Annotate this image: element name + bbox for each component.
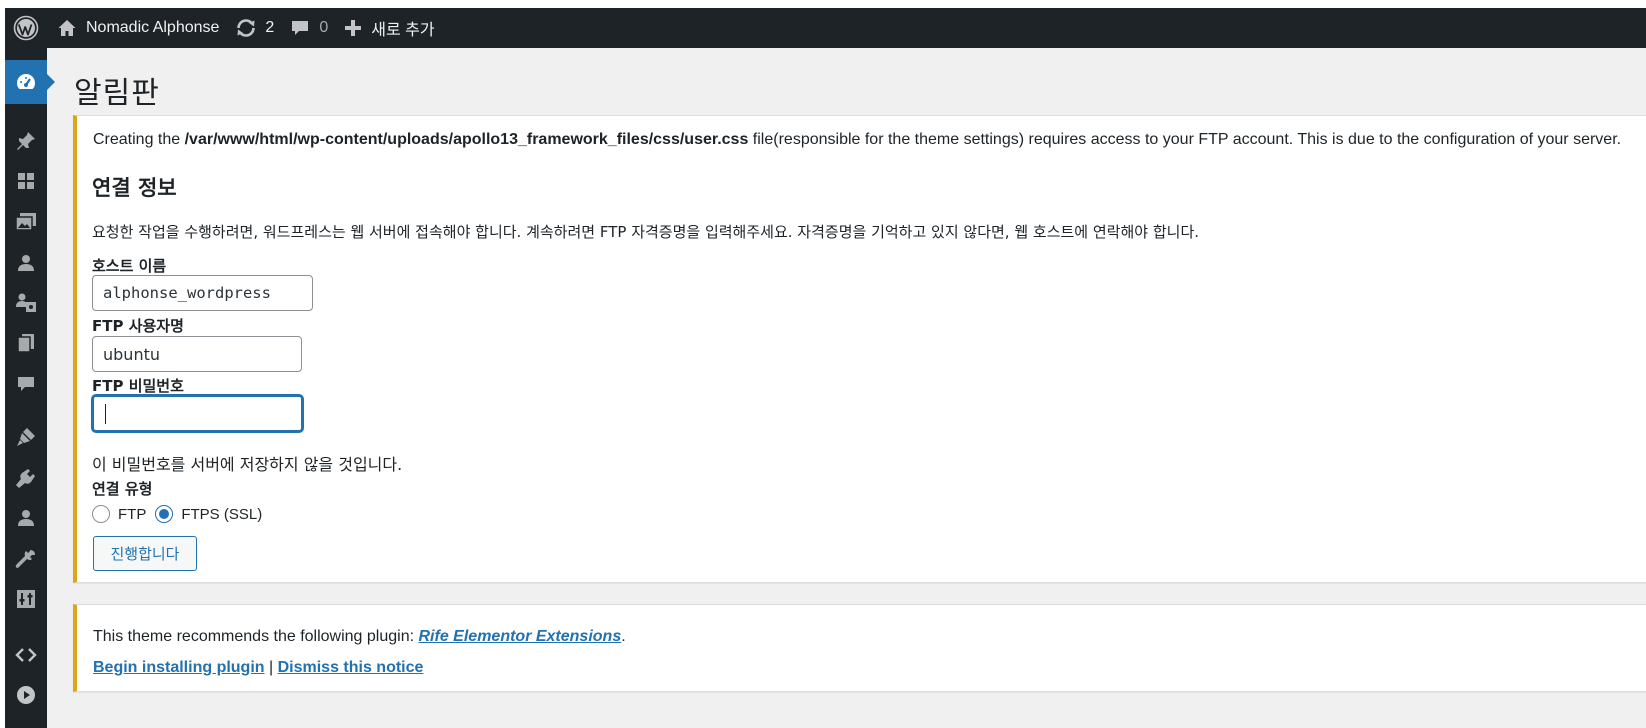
- updates-icon: [237, 19, 256, 37]
- appearance-icon: [17, 428, 35, 446]
- plugin-link[interactable]: Rife Elementor Extensions: [419, 628, 622, 645]
- wordpress-logo-icon[interactable]: [5, 8, 47, 48]
- pages-icon: [17, 334, 34, 353]
- home-icon: [58, 20, 76, 36]
- username-label: FTP 사용자명: [92, 317, 184, 335]
- actions-separator: |: [264, 659, 278, 676]
- code-icon: [15, 648, 37, 662]
- tools-icon: [15, 550, 35, 568]
- menu-person[interactable]: [5, 243, 47, 283]
- connection-type-label: 연결 유형: [92, 480, 153, 498]
- media-icon: [15, 213, 36, 231]
- plugin-recommend-text: This theme recommends the following plug…: [93, 628, 626, 646]
- menu-dashboard[interactable]: [5, 60, 55, 104]
- recommend-suffix: .: [621, 628, 626, 645]
- new-content-link[interactable]: 새로 추가: [336, 8, 442, 48]
- play-icon: [17, 686, 35, 704]
- username-input[interactable]: [92, 336, 302, 372]
- ftp-intro-text: Creating the /var/www/html/wp-content/up…: [93, 131, 1621, 149]
- menu-users[interactable]: [5, 498, 47, 538]
- main-content: 알림판 Creating the /var/www/html/wp-conten…: [47, 48, 1646, 728]
- password-hint: 이 비밀번호를 서버에 저장하지 않을 것입니다.: [92, 455, 403, 474]
- ftps-radio-label[interactable]: FTPS (SSL): [181, 506, 262, 523]
- updates-count: 2: [265, 19, 275, 36]
- menu-posts[interactable]: [5, 121, 47, 161]
- connection-info-heading: 연결 정보: [92, 176, 177, 200]
- menu-settings[interactable]: [5, 579, 47, 619]
- begin-install-link[interactable]: Begin installing plugin: [93, 659, 265, 676]
- pin-icon: [17, 132, 35, 150]
- host-label: 호스트 이름: [92, 257, 167, 275]
- ftp-credentials-notice: Creating the /var/www/html/wp-content/up…: [73, 115, 1646, 583]
- users-media-icon: [16, 293, 36, 312]
- plugins-icon: [16, 469, 35, 488]
- menu-play[interactable]: [5, 675, 47, 715]
- admin-frame: Nomadic Alphonse 2 0 새로 추가 알림판 Creating …: [5, 8, 1646, 728]
- menu-comments[interactable]: [5, 364, 47, 404]
- blocks-icon: [18, 173, 34, 189]
- plugin-actions: Begin installing plugin | Dismiss this n…: [93, 659, 423, 677]
- menu-plugins[interactable]: [5, 458, 47, 498]
- users-icon: [18, 510, 34, 526]
- intro-path: /var/www/html/wp-content/uploads/apollo1…: [184, 131, 749, 148]
- dashboard-icon: [17, 74, 35, 89]
- menu-pages[interactable]: [5, 323, 47, 363]
- menu-tools[interactable]: [5, 539, 47, 579]
- menu-code[interactable]: [5, 635, 47, 675]
- admin-sidebar: [5, 48, 55, 728]
- comments-count: 0: [319, 19, 329, 36]
- updates-link[interactable]: 2: [227, 8, 282, 48]
- new-content-label: 새로 추가: [371, 22, 435, 39]
- ftp-radio[interactable]: [92, 505, 110, 523]
- admin-bar: Nomadic Alphonse 2 0 새로 추가: [5, 8, 1646, 48]
- ftps-radio[interactable]: [155, 505, 174, 523]
- plus-icon: [345, 20, 362, 36]
- intro-prefix: Creating the: [93, 131, 185, 148]
- ftp-radio-label[interactable]: FTP: [118, 506, 146, 523]
- comment-bubble-icon: [292, 21, 309, 35]
- settings-icon: [17, 590, 35, 608]
- hostname-input[interactable]: [92, 275, 313, 311]
- password-input[interactable]: [92, 395, 303, 432]
- site-name-link[interactable]: Nomadic Alphonse: [49, 8, 227, 48]
- ftp-description: 요청한 작업을 수행하려면, 워드프레스는 웹 서버에 접속해야 합니다. 계속…: [92, 223, 1200, 241]
- proceed-button[interactable]: 진행합니다: [93, 536, 197, 571]
- person-icon: [18, 255, 34, 271]
- intro-suffix: file(responsible for the theme settings)…: [748, 131, 1622, 148]
- connection-type-group: FTP FTPS (SSL): [92, 505, 271, 523]
- comments-icon: [18, 377, 34, 391]
- dismiss-notice-link[interactable]: Dismiss this notice: [278, 659, 424, 676]
- recommend-prefix: This theme recommends the following plug…: [93, 628, 419, 645]
- menu-users-media[interactable]: [5, 283, 47, 323]
- menu-media[interactable]: [5, 202, 47, 242]
- site-name: Nomadic Alphonse: [86, 19, 220, 36]
- menu-appearance[interactable]: [5, 417, 47, 457]
- plugin-recommendation-notice: This theme recommends the following plug…: [73, 604, 1646, 692]
- password-label: FTP 비밀번호: [92, 377, 184, 395]
- menu-blocks[interactable]: [5, 161, 47, 201]
- page-title: 알림판: [74, 76, 160, 111]
- comments-link[interactable]: 0: [282, 8, 336, 48]
- text-caret: [105, 404, 106, 424]
